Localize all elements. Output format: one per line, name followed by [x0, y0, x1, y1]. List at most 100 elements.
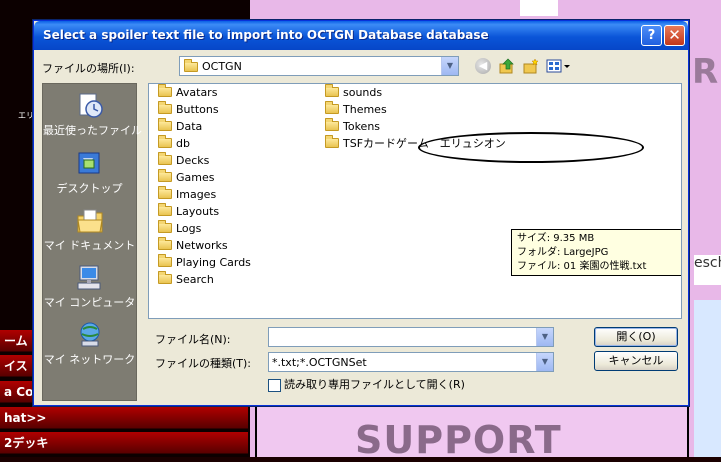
folder-icon	[325, 101, 339, 114]
background-blue-panel	[694, 300, 721, 457]
look-in-value: OCTGN	[202, 60, 242, 73]
tooltip-size: サイズ: 9.35 MB	[517, 233, 595, 244]
place-my-documents[interactable]: マイ ドキュメント	[43, 203, 136, 260]
my-computer-icon	[77, 265, 100, 290]
folder-icon	[158, 186, 172, 199]
list-item[interactable]: Themes	[325, 101, 387, 118]
file-type-value: *.txt;*.OCTGNSet	[272, 356, 367, 369]
list-item-label: Tokens	[343, 120, 381, 133]
up-one-level-button[interactable]	[499, 58, 515, 74]
chevron-down-icon[interactable]: ▼	[536, 353, 553, 371]
open-button[interactable]: 開く(O)	[594, 327, 678, 347]
file-type-combo[interactable]: *.txt;*.OCTGNSet ▼	[268, 352, 554, 372]
background-label: エリ	[18, 111, 34, 120]
dialog-title: Select a spoiler text file to import int…	[43, 28, 489, 42]
close-icon: ✕	[668, 26, 681, 44]
readonly-label: 読み取り専用ファイルとして開く(R)	[284, 378, 465, 391]
place-desktop[interactable]: デスクトップ	[43, 146, 136, 203]
place-label: マイ ネットワーク	[43, 353, 136, 366]
list-item-label: Logs	[176, 222, 202, 235]
my-network-icon	[80, 322, 99, 347]
list-item[interactable]: Games	[158, 169, 215, 186]
list-item[interactable]: Images	[158, 186, 216, 203]
list-item[interactable]: Layouts	[158, 203, 220, 220]
list-item[interactable]: Logs	[158, 220, 202, 237]
cancel-button[interactable]: キャンセル	[594, 351, 678, 371]
folder-icon	[184, 59, 198, 72]
tooltip-folder: フォルダ: LargeJPG	[517, 247, 609, 258]
list-item[interactable]: Avatars	[158, 84, 217, 101]
folder-icon	[158, 237, 172, 250]
folder-icon	[158, 84, 172, 97]
folder-icon	[325, 135, 339, 148]
list-item[interactable]: Decks	[158, 152, 210, 169]
place-label: デスクトップ	[56, 182, 123, 195]
folder-icon	[325, 118, 339, 131]
chevron-down-icon[interactable]: ▼	[536, 328, 553, 346]
close-button[interactable]: ✕	[664, 25, 685, 46]
background-side-text: esch	[694, 255, 721, 285]
background-nav-bar: hat>>	[0, 407, 248, 429]
my-documents-icon	[76, 209, 103, 233]
list-item-label: Playing Cards	[176, 256, 251, 269]
background-support-heading: SUPPORT	[355, 418, 562, 462]
help-icon: ?	[647, 28, 656, 43]
readonly-checkbox[interactable]	[268, 378, 281, 392]
look-in-combo[interactable]: OCTGN ▼	[179, 56, 459, 76]
list-item-label: Networks	[176, 239, 228, 252]
place-label: マイ ドキュメント	[43, 239, 136, 252]
list-item-label: TSFカードゲーム エリュシオン	[343, 137, 506, 150]
list-item[interactable]: Tokens	[325, 118, 381, 135]
background-nav-bar: 2デッキ	[0, 432, 248, 454]
up-folder-icon	[499, 58, 514, 74]
chevron-down-icon[interactable]: ▼	[441, 57, 458, 75]
place-my-computer[interactable]: マイ コンピュータ	[43, 260, 136, 317]
place-label: 最近使ったファイル	[43, 124, 142, 137]
tooltip-file: ファイル: 01 楽園の性戦.txt	[517, 261, 647, 272]
list-item[interactable]: db	[158, 135, 190, 152]
new-folder-button[interactable]	[523, 58, 539, 74]
places-bar: 最近使ったファイル デスクトップ マイ ドキュメント マイ コンピュータ マイ …	[42, 83, 142, 401]
list-item-label: Data	[176, 120, 203, 133]
folder-icon	[158, 135, 172, 148]
file-type-label: ファイルの種類(T):	[155, 357, 252, 370]
list-item[interactable]: Playing Cards	[158, 254, 251, 271]
place-recent-documents[interactable]: 最近使ったファイル	[43, 88, 142, 145]
list-item-label: Search	[176, 273, 214, 286]
list-item-label: sounds	[343, 86, 383, 99]
list-item[interactable]: Search	[158, 271, 214, 288]
view-menu-icon	[546, 59, 570, 73]
file-list[interactable]: Avatars Buttons Data db Decks Games Imag…	[148, 83, 682, 319]
background-strip	[520, 0, 558, 16]
place-my-network[interactable]: マイ ネットワーク	[43, 317, 136, 374]
dialog-titlebar[interactable]: Select a spoiler text file to import int…	[34, 21, 688, 50]
open-file-dialog: Select a spoiler text file to import int…	[33, 20, 689, 406]
readonly-checkbox-row[interactable]: 読み取り専用ファイルとして開く(R)	[268, 376, 465, 392]
folder-icon	[325, 84, 339, 97]
list-item-label: Layouts	[176, 205, 220, 218]
place-label: マイ コンピュータ	[43, 296, 136, 309]
view-menu-button[interactable]	[546, 58, 572, 74]
folder-icon	[158, 101, 172, 114]
back-arrow-icon: ◀	[478, 59, 488, 72]
list-item[interactable]: TSFカードゲーム エリュシオン	[325, 135, 506, 152]
folder-icon	[158, 169, 172, 182]
folder-icon	[158, 271, 172, 284]
list-item-label: db	[176, 137, 190, 150]
file-name-field[interactable]: ▼	[268, 327, 554, 347]
help-button[interactable]: ?	[641, 25, 662, 46]
folder-icon	[158, 203, 172, 216]
look-in-label: ファイルの場所(I):	[42, 62, 135, 75]
list-item-label: Themes	[343, 103, 387, 116]
list-item[interactable]: sounds	[325, 84, 383, 101]
list-item[interactable]: Buttons	[158, 101, 219, 118]
recent-documents-icon	[79, 93, 103, 118]
list-item[interactable]: Networks	[158, 237, 228, 254]
list-item-label: Decks	[176, 154, 210, 167]
list-item-label: Games	[176, 171, 215, 184]
file-tooltip: サイズ: 9.35 MB フォルダ: LargeJPG ファイル: 01 楽園の…	[511, 229, 681, 276]
list-item[interactable]: Data	[158, 118, 203, 135]
folder-icon	[158, 152, 172, 165]
background-side-heading: R	[692, 52, 719, 92]
back-button[interactable]: ◀	[475, 58, 491, 74]
